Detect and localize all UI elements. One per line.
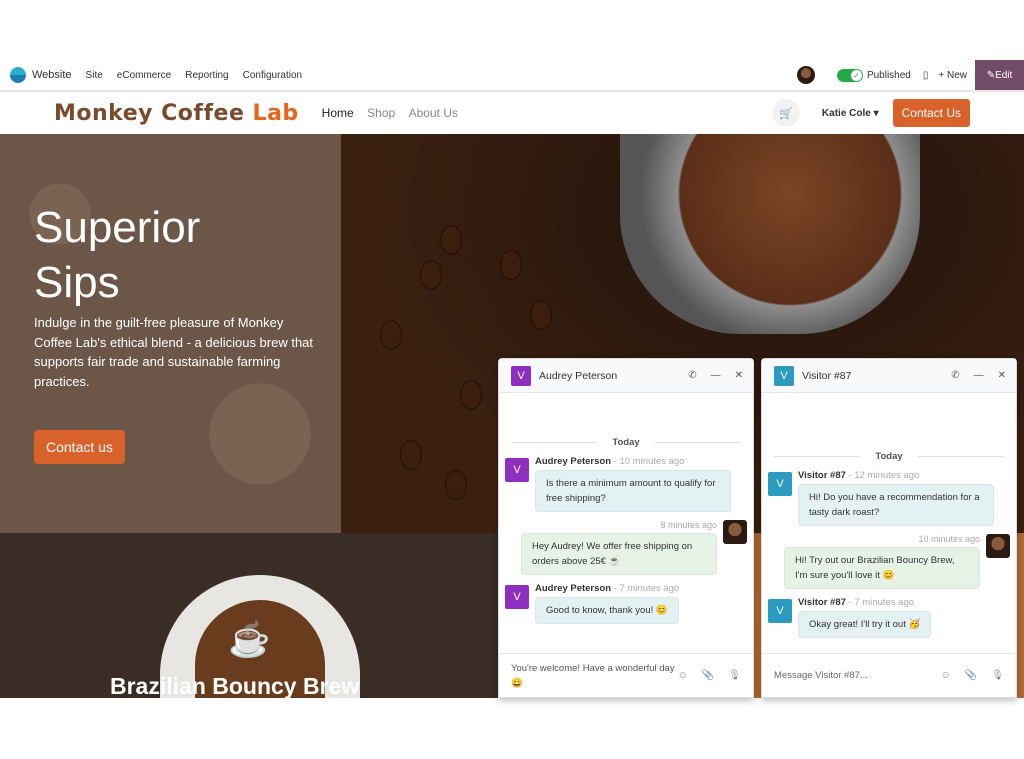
user-menu[interactable]: Katie Cole ▾ [822, 108, 879, 119]
published-toggle[interactable] [836, 68, 863, 82]
hero-contact-button[interactable]: Contact us [34, 430, 125, 464]
chat-window-visitor-87: V Visitor #87 ✆ — ✕ Today V Visitor #87 - … [761, 358, 1017, 698]
message-input[interactable]: You're welcome! Have a wonderful day 😀 [511, 661, 678, 691]
message: V Audrey Peterson - 10 minutes ago Is the… [505, 456, 745, 512]
new-button[interactable]: + New [938, 70, 967, 81]
menu-ecommerce[interactable]: eCommerce [117, 70, 171, 81]
coffee-bean [440, 225, 462, 255]
date-separator: Today [511, 437, 741, 448]
chat-window-audrey: V Audrey Peterson ✆ — ✕ Today V Audrey Pet… [498, 358, 754, 698]
phone-icon[interactable]: ✆ [688, 370, 696, 381]
chat-title: Visitor #87 [802, 369, 852, 382]
contact-us-button[interactable]: Contact Us [892, 99, 970, 127]
menu-site[interactable]: Site [86, 70, 103, 81]
site-header: Monkey Coffee Lab Home Shop About Us 🛒 K… [0, 92, 1024, 134]
nav-home[interactable]: Home [322, 106, 354, 120]
menu-configuration[interactable]: Configuration [243, 70, 302, 81]
message-input[interactable]: Message Visitor #87... [774, 668, 941, 683]
avatar [723, 520, 747, 544]
nav-shop[interactable]: Shop [367, 106, 395, 120]
product-title: Brazilian Bouncy Brew [110, 673, 360, 699]
cart-icon[interactable]: 🛒 [771, 99, 800, 127]
paperclip-icon[interactable]: 📎 [965, 670, 977, 681]
cup-icon: ☕ [228, 621, 271, 659]
hero-description: Indulge in the guilt-free pleasure of Mo… [34, 315, 314, 389]
avatar: V [505, 458, 529, 482]
emoji-icon[interactable]: ☺ [941, 670, 951, 681]
coffee-bean [445, 470, 467, 500]
message: 8 minutes ago Hey Audrey! We offer free s… [521, 520, 747, 575]
website-toolbar: Website Site eCommerce Reporting Configu… [0, 60, 1024, 92]
close-icon[interactable]: ✕ [998, 370, 1006, 381]
microphone-icon[interactable]: 🎙 [728, 670, 741, 681]
coffee-bean [380, 320, 402, 350]
minimize-icon[interactable]: — [974, 370, 984, 381]
menu-reporting[interactable]: Reporting [185, 70, 228, 81]
message: 10 minutes ago Hi! Try out our Brazilian … [784, 534, 1010, 589]
message: V Visitor #87 - 12 minutes ago Hi! Do you… [768, 470, 1008, 526]
user-avatar[interactable] [796, 66, 815, 84]
avatar: V [768, 599, 792, 623]
coffee-bean [460, 380, 482, 410]
avatar: V [768, 472, 792, 496]
close-icon[interactable]: ✕ [735, 370, 743, 381]
paperclip-icon[interactable]: 📎 [702, 670, 714, 681]
coffee-grounds-image [620, 134, 920, 334]
date-separator: Today [774, 451, 1004, 462]
mobile-preview-icon[interactable]: ▯ [923, 70, 929, 81]
published-label: Published [866, 69, 911, 81]
coffee-bean [400, 440, 422, 470]
coffee-bean [530, 300, 552, 330]
app-name[interactable]: Website [32, 69, 72, 81]
nav-about-us[interactable]: About Us [409, 106, 458, 120]
website-app-icon [10, 67, 26, 83]
chat-title: Audrey Peterson [539, 369, 618, 382]
avatar: V [511, 365, 531, 386]
avatar [986, 534, 1010, 558]
minimize-icon[interactable]: — [711, 370, 721, 381]
avatar: V [505, 585, 529, 609]
microphone-icon[interactable]: 🎙 [991, 670, 1004, 681]
message: V Audrey Peterson - 7 minutes ago Good to… [505, 583, 745, 624]
emoji-icon[interactable]: ☺ [678, 670, 688, 681]
hero-title: Superior Sips [34, 203, 201, 307]
message: V Visitor #87 - 7 minutes ago Okay great!… [768, 597, 1008, 638]
phone-icon[interactable]: ✆ [951, 370, 959, 381]
edit-button[interactable]: ✎ Edit [975, 60, 1024, 90]
brand-logo[interactable]: Monkey Coffee Lab [54, 101, 299, 126]
pencil-icon: ✎ [986, 69, 996, 81]
coffee-bean [420, 260, 442, 290]
avatar: V [774, 365, 794, 386]
coffee-bean [500, 250, 522, 280]
